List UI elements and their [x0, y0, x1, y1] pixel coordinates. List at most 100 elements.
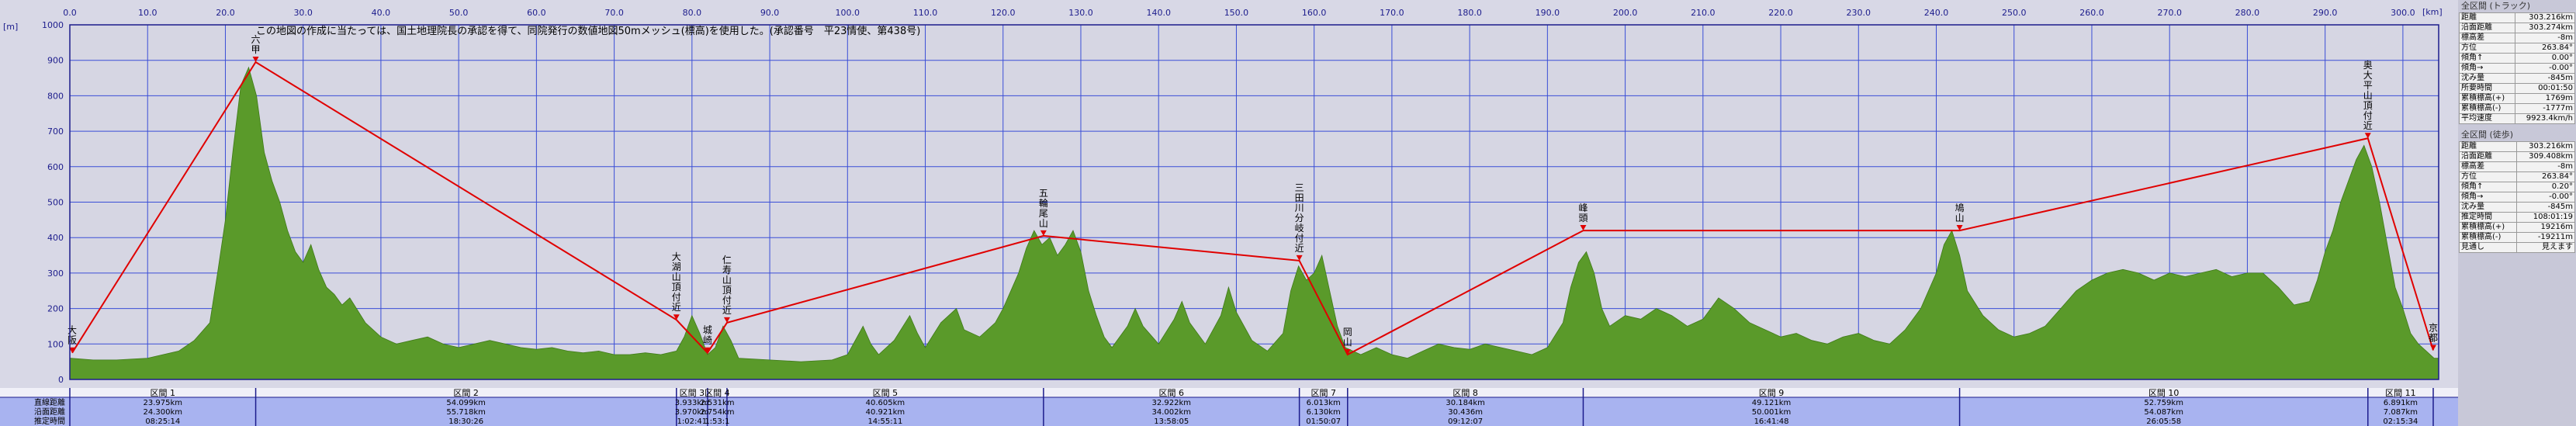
section-cell: 50.001km — [1752, 408, 1792, 417]
section-name: 区間 7 — [1311, 388, 1336, 398]
x-tick-label: 150.0 — [1224, 8, 1249, 18]
stats-key: 沈み量 — [2458, 202, 2518, 213]
section-cell: 54.087km — [2144, 408, 2183, 417]
stats-value: -0.00° — [2516, 192, 2575, 203]
stats-row: 方位 263.84° — [2458, 43, 2575, 54]
x-tick-label: 140.0 — [1146, 8, 1171, 18]
stats-panel: 全区間 (トラック) 距離 303.216km 沿面距離 303.274km 標高差 -8… — [2458, 0, 2576, 426]
stats-row: 沈み量 -845m — [2458, 202, 2575, 213]
y-unit-label: [m] — [3, 22, 18, 32]
stats-row: 所要時間 00:01:50 — [2458, 83, 2575, 94]
section-name: 区間 2 — [453, 388, 479, 398]
row-label: 沿面距離 — [34, 407, 65, 417]
stats-value: 00:01:50 — [2515, 83, 2575, 94]
x-tick-label: 0.0 — [63, 8, 77, 18]
section-cell: 54.099km — [446, 399, 486, 407]
stats-value: -845m — [2515, 73, 2575, 84]
y-tick-label: 700 — [47, 126, 64, 137]
x-tick-label: 170.0 — [1380, 8, 1404, 18]
stats-value: 303.216km — [2515, 12, 2575, 23]
waypoint-label: 峰頭 — [1578, 203, 1587, 223]
stats-key: 傾角→ — [2458, 63, 2516, 74]
stats-value: -1777m — [2515, 103, 2575, 114]
stats-row: 傾角→ -0.00° — [2458, 192, 2575, 203]
stats-row: 見通し 見えます — [2458, 242, 2575, 253]
waypoint-label: 岡山 — [1343, 327, 1352, 348]
row-label: 推定時間 — [34, 416, 65, 426]
stats-value: 0.20° — [2516, 182, 2575, 192]
x-tick-label: 30.0 — [293, 8, 313, 18]
stats-row: 沈み量 -845m — [2458, 73, 2575, 84]
stats-key: 距離 — [2458, 141, 2518, 152]
section-name: 区間 11 — [2385, 388, 2416, 398]
section-table: 直線距離沿面距離推定時間標高差区間 123.975km24.300km08:25… — [0, 388, 2458, 426]
stats-key: 所要時間 — [2458, 83, 2516, 94]
x-tick-label: 200.0 — [1613, 8, 1638, 18]
stats-key: 累積標高(+) — [2458, 93, 2516, 104]
waypoint-label: 城崎 — [703, 325, 712, 346]
x-tick-label: 300.0 — [2391, 8, 2415, 18]
stats-value: 0.00° — [2515, 53, 2575, 64]
stats-key: 標高差 — [2458, 161, 2518, 172]
waypoint-label: 奥大平山頂付近 — [2363, 60, 2373, 131]
stats-value: -845m — [2516, 202, 2575, 213]
y-tick-label: 500 — [47, 198, 64, 208]
stats-key: 沈み量 — [2458, 73, 2516, 84]
elevation-profile-window: 大阪 六甲 大湖山頂付近 城崎 仁寿山頂付近 五輪尾山 三田川分岐付近 岡山 峰頭 鳩山 奥大平山頂… — [0, 0, 2576, 426]
stats-row: 推定時間 108:01:19 — [2458, 212, 2575, 223]
stats-key: 傾角→ — [2458, 192, 2518, 203]
stats-row: 傾角↑ 0.20° — [2458, 182, 2575, 192]
stats-value: 108:01:19 — [2516, 212, 2575, 223]
x-tick-label: 120.0 — [991, 8, 1016, 18]
waypoint-label: 五輪尾山 — [1039, 188, 1048, 229]
waypoint-label: 仁寿山頂付近 — [722, 255, 732, 316]
section-cell: 24.300km — [144, 408, 183, 417]
stats-row: 累積標高(+) 19216m — [2458, 222, 2575, 233]
stats-value: 263.84° — [2515, 43, 2575, 54]
x-tick-label: 50.0 — [449, 8, 469, 18]
section-cell: 02:15:34 — [2383, 417, 2418, 426]
section-cell: 6.130km — [1307, 408, 1341, 417]
stats-row: 累積標高(-) -1777m — [2458, 103, 2575, 114]
stats-row: 距離 303.216km — [2458, 141, 2575, 152]
stats-key: 累積標高(+) — [2458, 222, 2518, 233]
section-name: 区間 1 — [151, 388, 176, 398]
y-tick-label: 900 — [47, 56, 64, 66]
stats-key: 距離 — [2458, 12, 2516, 23]
section-name: 区間 5 — [873, 388, 898, 398]
section-name: 区間 6 — [1159, 388, 1185, 398]
stats-value: 見えます — [2516, 242, 2575, 253]
section-cell: 30.184km — [1446, 399, 1485, 407]
y-tick-label: 400 — [47, 233, 64, 243]
waypoint-label: 六甲 — [251, 34, 261, 55]
section-cell: 52.759km — [2144, 399, 2183, 407]
x-tick-label: 180.0 — [1457, 8, 1482, 18]
section-name: 区間 10 — [2148, 388, 2180, 398]
section-name: 区間 3 — [680, 388, 705, 398]
copyright-annotation: この地図の作成に当たっては、国土地理院長の承認を得て、同院発行の数値地図50mメ… — [256, 25, 920, 37]
x-tick-label: 290.0 — [2313, 8, 2338, 18]
x-tick-label: 190.0 — [1536, 8, 1560, 18]
section-cell: 6.891km — [2384, 399, 2418, 407]
x-tick-label: 80.0 — [683, 8, 702, 18]
stats-value: 9923.4km/h — [2515, 113, 2575, 124]
stats-key: 沿面距離 — [2458, 23, 2516, 33]
x-tick-label: 250.0 — [2002, 8, 2027, 18]
stats-row: 平均速度 9923.4km/h — [2458, 113, 2575, 124]
x-tick-label: 10.0 — [138, 8, 158, 18]
waypoint-label: 大湖山頂付近 — [672, 251, 681, 313]
x-tick-label: 270.0 — [2157, 8, 2182, 18]
x-tick-label: 40.0 — [372, 8, 391, 18]
waypoint-label: 京都 — [2429, 323, 2438, 344]
section-cell: 2.531km — [700, 399, 734, 407]
stats-value: 303.274km — [2515, 23, 2575, 33]
stats-row: 沿面距離 309.408km — [2458, 151, 2575, 162]
table-header-band — [0, 388, 2458, 397]
stats-value: -0.00° — [2515, 63, 2575, 74]
section-cell: 23.975km — [144, 399, 183, 407]
section-cell: 09:12:07 — [1448, 417, 1483, 426]
x-tick-label: 130.0 — [1068, 8, 1093, 18]
stats-row: 沿面距離 303.274km — [2458, 23, 2575, 33]
stats-key: 見通し — [2458, 242, 2518, 253]
stats-key: 標高差 — [2458, 33, 2516, 43]
